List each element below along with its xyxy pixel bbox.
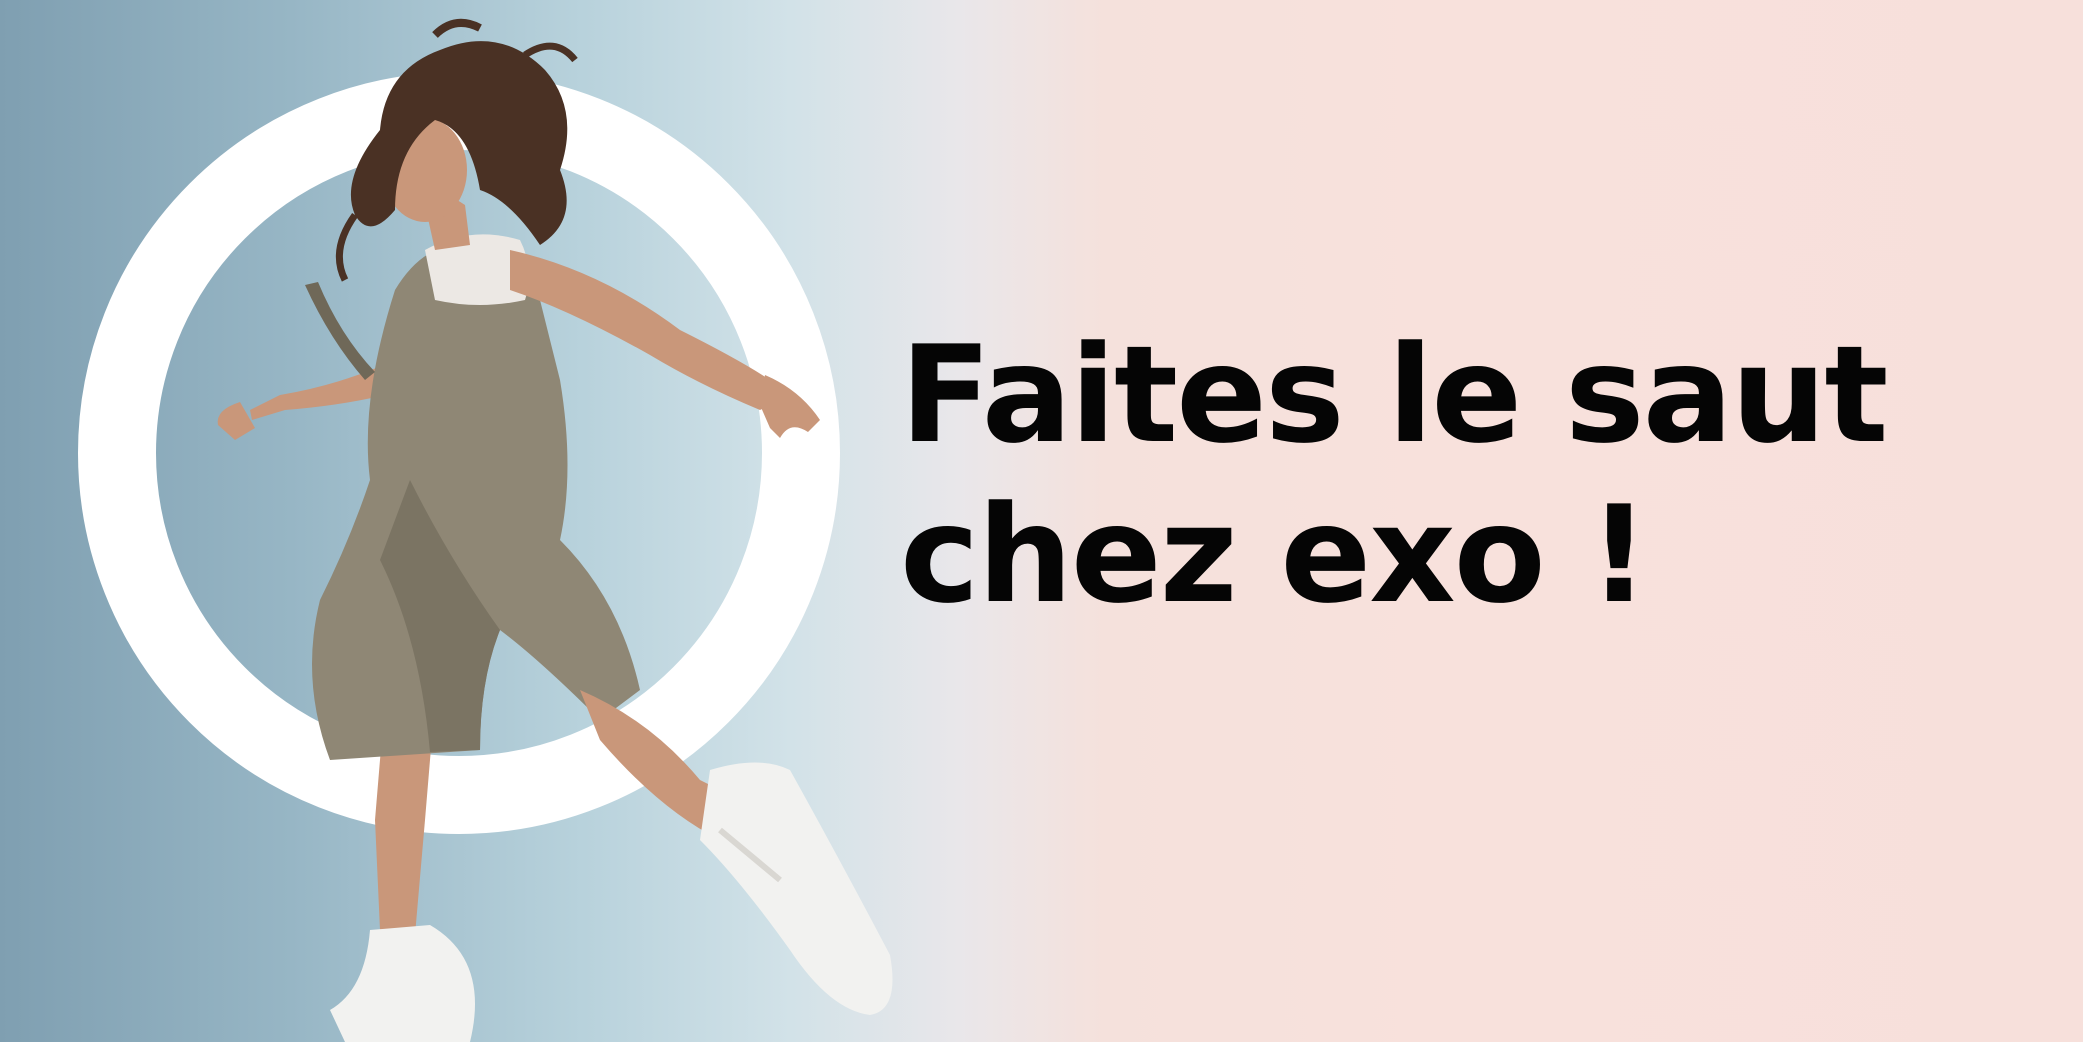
jumping-woman-photo: [217, 18, 893, 1042]
headline-line-2: chez exo !: [900, 477, 1649, 633]
back-sneaker: [330, 925, 475, 1042]
bag-strap: [305, 282, 375, 380]
promo-banner: Faites le saut chez exo !: [0, 0, 2083, 1042]
back-hand: [217, 402, 255, 440]
front-hand: [760, 375, 820, 438]
front-sneaker: [700, 762, 893, 1015]
headline: Faites le saut chez exo !: [900, 315, 1888, 635]
headline-line-1: Faites le saut: [900, 317, 1888, 473]
